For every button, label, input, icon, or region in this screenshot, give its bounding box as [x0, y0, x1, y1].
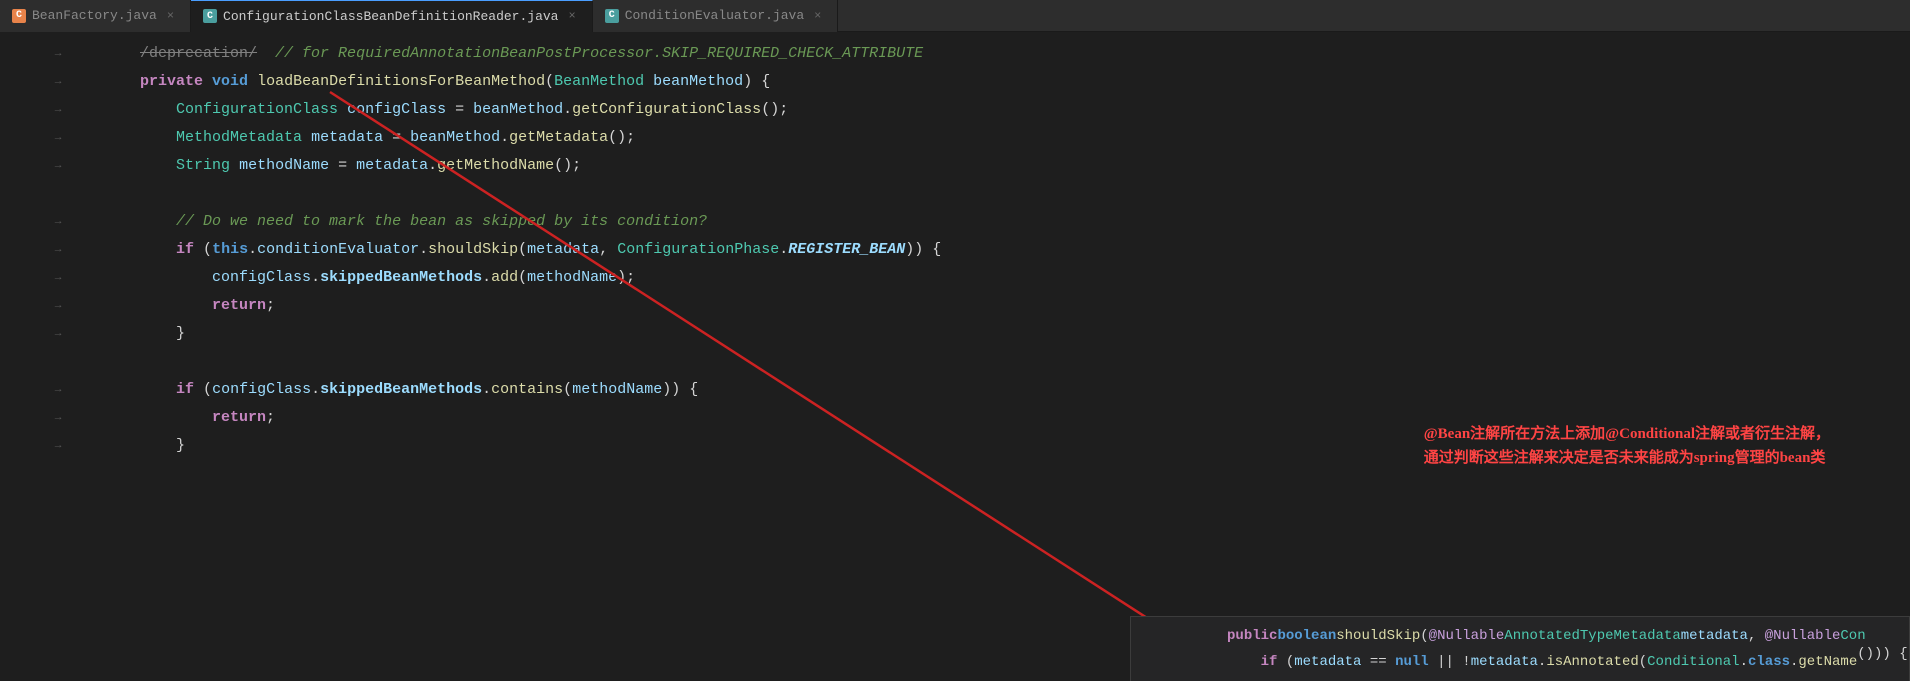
line-arrow-14: →	[48, 404, 68, 432]
annotation-line1: @Bean注解所在方法上添加@Conditional注解或者衍生注解，	[1424, 422, 1830, 446]
line-arrow-13: →	[48, 376, 68, 404]
code-line-5: → String methodName = metadata.getMethod…	[0, 152, 1910, 180]
tab-configclass[interactable]: C ConfigurationClassBeanDefinitionReader…	[191, 0, 593, 32]
code-area: → /deprecation/ // for RequiredAnnotatio…	[0, 32, 1910, 681]
line-arrow-1: →	[48, 40, 68, 68]
line-arrow-4: →	[48, 124, 68, 152]
tab-bar: C BeanFactory.java × C ConfigurationClas…	[0, 0, 1910, 32]
tab-beanfactory[interactable]: C BeanFactory.java ×	[0, 0, 191, 32]
line-arrow-7: →	[48, 208, 68, 236]
line-arrow-2: →	[48, 68, 68, 96]
line-arrow-11: →	[48, 320, 68, 348]
line-arrow-15: →	[48, 432, 68, 460]
tab-close-configclass[interactable]: ×	[565, 7, 580, 25]
tab-icon-conditionevaluator: C	[605, 9, 619, 23]
line-arrow-10: →	[48, 292, 68, 320]
tab-label-conditionevaluator: ConditionEvaluator.java	[625, 8, 804, 23]
tab-close-beanfactory[interactable]: ×	[163, 7, 178, 25]
bottom-popup: public boolean shouldSkip(@Nullable Anno…	[1130, 616, 1910, 681]
line-arrow-9: →	[48, 264, 68, 292]
line-arrow-8: →	[48, 236, 68, 264]
tab-conditionevaluator[interactable]: C ConditionEvaluator.java ×	[593, 0, 839, 32]
code-content: → /deprecation/ // for RequiredAnnotatio…	[0, 32, 1910, 681]
line-arrow-3: →	[48, 96, 68, 124]
line-arrow-5: →	[48, 152, 68, 180]
tab-icon-configclass: C	[203, 9, 217, 23]
code-line-11: → }	[0, 320, 1910, 348]
tab-icon-beanfactory: C	[12, 9, 26, 23]
popup-line-2: if (metadata == null || !metadata.isAnno…	[1131, 649, 1909, 675]
tab-close-conditionevaluator[interactable]: ×	[810, 7, 825, 25]
annotation-box: @Bean注解所在方法上添加@Conditional注解或者衍生注解， 通过判断…	[1424, 422, 1830, 470]
annotation-line2: 通过判断这些注解来决定是否未来能成为spring管理的bean类	[1424, 446, 1830, 470]
tab-label-beanfactory: BeanFactory.java	[32, 8, 157, 23]
tab-label-configclass: ConfigurationClassBeanDefinitionReader.j…	[223, 9, 558, 24]
